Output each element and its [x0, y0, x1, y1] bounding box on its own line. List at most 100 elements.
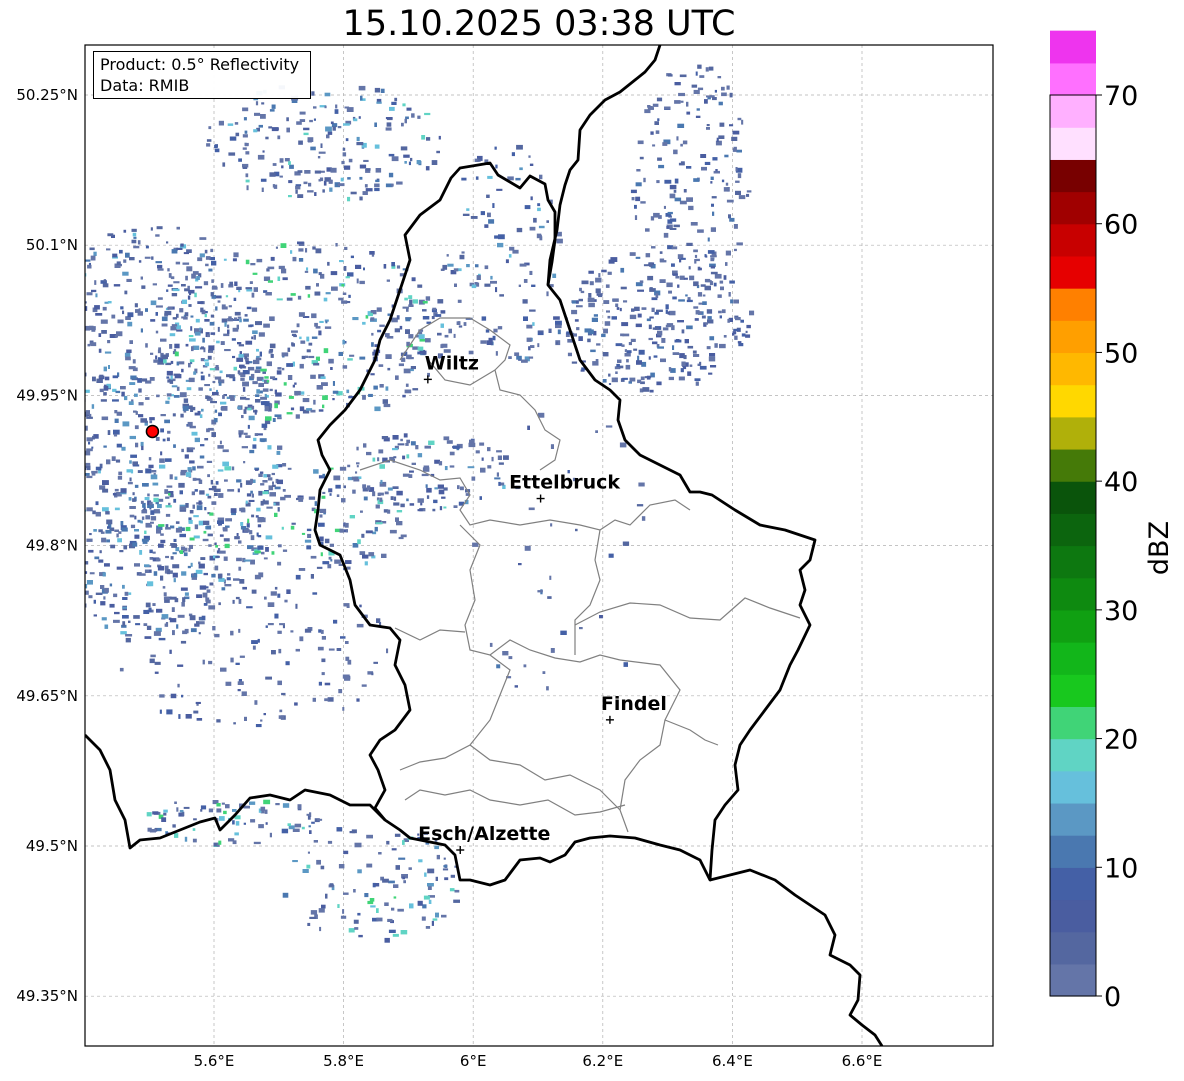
echo-cell: [155, 558, 161, 562]
echo-cell: [177, 683, 180, 688]
echo-cell: [371, 672, 374, 676]
echo-cell: [362, 394, 366, 400]
echo-cell: [556, 238, 563, 244]
echo-cell: [242, 381, 249, 387]
echo-cell: [285, 661, 290, 666]
echo-cell: [100, 319, 108, 324]
echo-cell: [652, 103, 659, 107]
echo-cell: [495, 351, 498, 356]
echo-cell: [241, 691, 247, 696]
echo-cell: [528, 356, 534, 359]
echo-cell: [595, 430, 598, 433]
echo-cell: [257, 545, 264, 550]
echo-cell: [295, 189, 298, 194]
echo-cell: [320, 865, 325, 870]
echo-cell: [232, 820, 235, 825]
echo-cell: [132, 367, 138, 372]
echo-cell: [686, 166, 692, 169]
echo-cell: [314, 291, 321, 296]
echo-cell: [318, 151, 326, 154]
echo-cell: [41, 417, 47, 421]
echo-cell: [58, 441, 62, 446]
echo-cell: [203, 603, 208, 606]
map-plot-area[interactable]: WiltzEttelbruckFindelEsch/Alzette: [21, 45, 993, 1046]
echo-cell: [530, 196, 533, 201]
echo-cell: [217, 445, 224, 449]
echo-cell: [167, 397, 171, 400]
echo-cell: [615, 371, 618, 374]
echo-cell: [452, 445, 460, 449]
echo-cell: [425, 484, 428, 488]
echo-cell: [259, 351, 262, 357]
echo-cell: [247, 407, 252, 411]
echo-cell: [263, 427, 267, 431]
echo-cell: [372, 882, 376, 888]
radar-site-marker[interactable]: [145, 424, 160, 439]
echo-cell: [319, 514, 323, 518]
echo-cell: [721, 309, 726, 314]
echo-cell: [43, 365, 49, 367]
echo-cell: [62, 281, 68, 286]
echo-cell: [102, 488, 109, 493]
echo-cell: [166, 241, 169, 244]
echo-cell: [119, 249, 123, 254]
echo-cell: [193, 818, 197, 821]
echo-cell: [385, 127, 392, 131]
echo-cell: [292, 384, 295, 388]
echo-cell: [344, 246, 348, 250]
echo-cell: [41, 501, 46, 503]
echo-cell: [699, 75, 705, 78]
echo-cell: [251, 292, 255, 298]
echo-cell: [384, 491, 389, 495]
echo-cell: [183, 252, 189, 255]
echo-cell: [340, 177, 344, 182]
city-label: Ettelbruck: [509, 472, 620, 494]
echo-cell: [239, 507, 246, 512]
echo-cell: [106, 519, 113, 525]
echo-cell: [255, 321, 262, 326]
echo-cell: [56, 342, 59, 347]
echo-cell: [325, 893, 328, 899]
echo-cell: [100, 399, 107, 402]
echo-cell: [610, 257, 618, 262]
echo-cell: [170, 360, 174, 364]
echo-cell: [267, 623, 274, 626]
echo-cell: [102, 572, 106, 577]
echo-cell: [377, 492, 381, 496]
echo-cell: [484, 224, 489, 228]
echo-cell: [343, 266, 347, 271]
echo-cell: [117, 319, 124, 324]
echo-cell: [336, 494, 340, 497]
echo-cell: [441, 343, 448, 348]
echo-cell: [258, 124, 263, 128]
echo-cell: [508, 254, 512, 258]
echo-cell: [167, 430, 171, 434]
echo-cell: [208, 345, 215, 351]
echo-cell: [181, 694, 184, 698]
echo-cell: [529, 226, 536, 231]
echo-cell: [388, 153, 395, 157]
echo-cell: [232, 258, 237, 262]
lon-tick-label: 6.6°E: [842, 1052, 883, 1070]
echo-cell: [189, 510, 194, 514]
echo-cell: [274, 512, 278, 517]
echo-cell: [678, 376, 685, 381]
echo-cell: [379, 622, 382, 626]
echo-cell: [701, 166, 707, 171]
echo-cell: [149, 829, 156, 833]
echo-cell: [290, 250, 293, 254]
lat-tick-label: 49.5°N: [26, 837, 78, 855]
echo-cell: [277, 367, 282, 370]
echo-cell: [350, 255, 354, 259]
echo-cell: [113, 619, 120, 623]
echo-cell: [449, 888, 455, 892]
echo-cell: [261, 401, 268, 406]
echo-cell: [244, 142, 249, 146]
echo-cell: [70, 489, 76, 493]
echo-cell: [355, 264, 362, 269]
echo-cell: [261, 423, 268, 428]
echo-cell: [313, 469, 319, 474]
echo-cell: [129, 257, 135, 261]
echo-cell: [665, 309, 668, 314]
echo-cell: [218, 412, 222, 417]
